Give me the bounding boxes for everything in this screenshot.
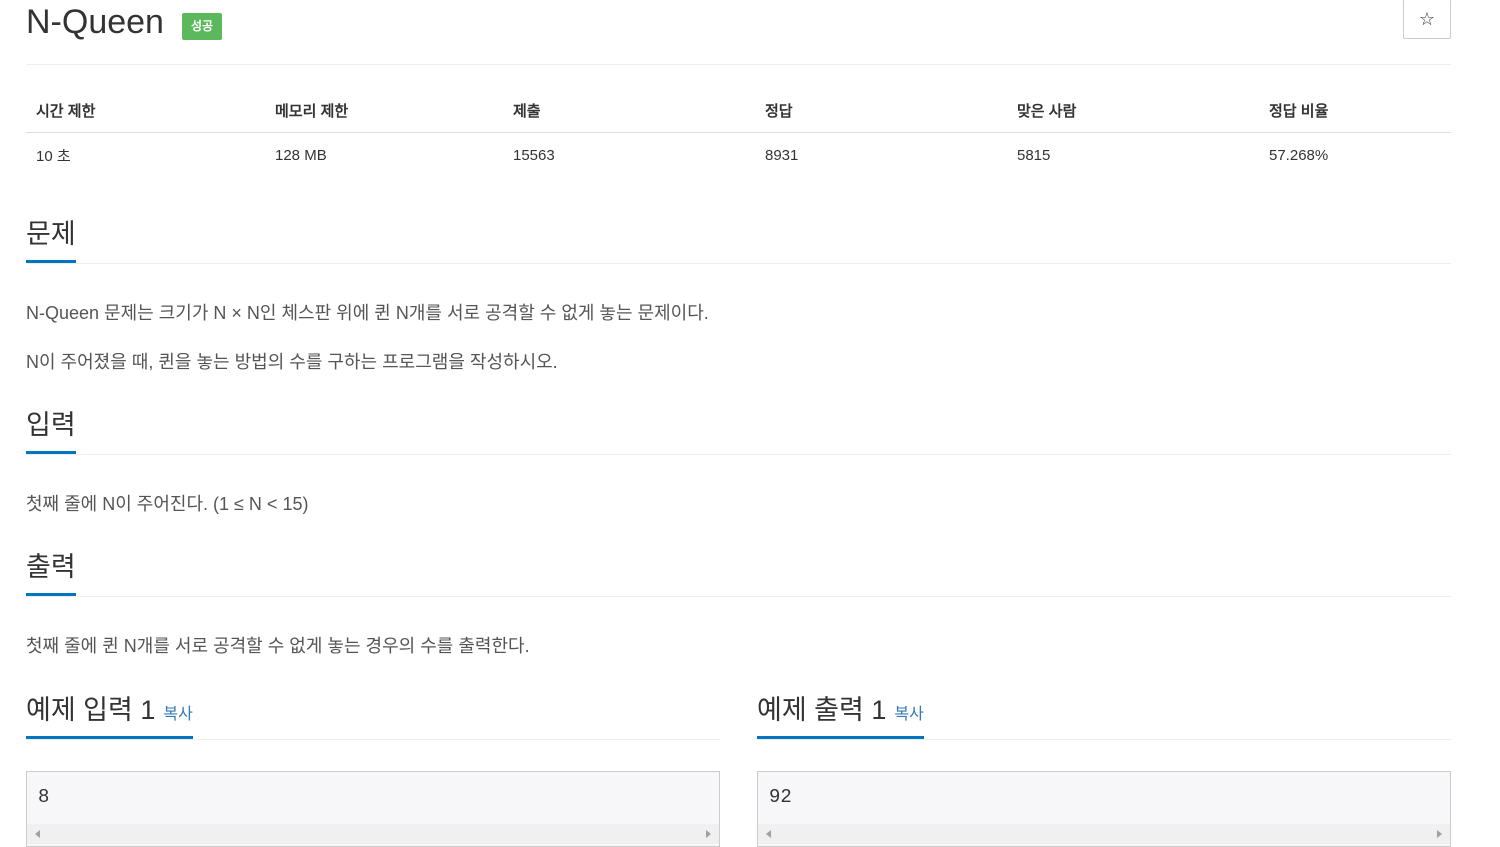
page-title: N-Queen [26, 3, 164, 41]
value-solved-users: 5815 [1017, 146, 1051, 164]
info-table-header-row: 시간 제한 메모리 제한 제출 정답 맞은 사람 정답 비율 [26, 88, 1451, 133]
sample-input-box[interactable]: 8 [26, 771, 720, 847]
sample-output-box[interactable]: 92 [757, 771, 1451, 847]
value-accept-ratio: 57.268% [1269, 146, 1329, 164]
favorite-star-button[interactable]: ☆ [1403, 0, 1451, 39]
description-headline: 문제 [26, 217, 1451, 264]
value-accepted: 8931 [765, 146, 799, 164]
sample-input-scrollbar[interactable] [27, 824, 719, 844]
scroll-right-arrow-icon[interactable] [1437, 830, 1442, 838]
output-headline: 출력 [26, 550, 1451, 597]
scroll-right-arrow-icon[interactable] [706, 830, 711, 838]
header-time-limit: 시간 제한 [26, 88, 265, 133]
sample-input-content: 8 [38, 786, 50, 808]
sample-output-title: 예제 출력 1 [757, 695, 887, 725]
value-memory-limit: 128 MB [275, 146, 327, 164]
copy-sample-output-link[interactable]: 복사 [894, 706, 923, 723]
sample-output-headline: 예제 출력 1 복사 [757, 693, 1451, 740]
problem-page: N-Queen 성공 ☆ 시간 제한 메모리 제한 제출 정답 맞은 사람 정답… [0, 0, 1500, 847]
description-paragraph-1: N-Queen 문제는 크기가 N × N인 체스판 위에 퀸 N개를 서로 공… [26, 303, 709, 323]
copy-sample-input-link[interactable]: 복사 [163, 706, 192, 723]
input-heading: 입력 [26, 408, 76, 454]
problem-title-row: N-Queen 성공 ☆ [26, 0, 1451, 65]
sample-output-scrollbar[interactable] [758, 824, 1450, 844]
input-headline: 입력 [26, 408, 1451, 455]
sample-output-heading: 예제 출력 1 복사 [757, 693, 924, 739]
output-description: 첫째 줄에 퀸 N개를 서로 공격할 수 없게 놓는 경우의 수를 출력한다. [26, 636, 530, 656]
sample-output-content: 92 [769, 786, 792, 808]
output-heading: 출력 [26, 550, 76, 596]
value-time-limit: 10 초 [36, 147, 71, 165]
header-accept-ratio: 정답 비율 [1259, 88, 1451, 133]
status-badge: 성공 [182, 13, 223, 40]
description-paragraph-2: N이 주어졌을 때, 퀸을 놓는 방법의 수를 구하는 프로그램을 작성하시오. [26, 352, 558, 372]
header-solved-users: 맞은 사람 [1007, 88, 1259, 133]
sample-input-title: 예제 입력 1 [26, 695, 156, 725]
star-icon: ☆ [1418, 8, 1436, 29]
problem-info-table: 시간 제한 메모리 제한 제출 정답 맞은 사람 정답 비율 10 초 128 … [26, 88, 1451, 177]
sample-input-heading: 예제 입력 1 복사 [26, 693, 193, 739]
table-row: 10 초 128 MB 15563 8931 5815 57.268% [26, 133, 1451, 178]
header-accepted: 정답 [755, 88, 1007, 133]
input-description: 첫째 줄에 N이 주어진다. (1 ≤ N < 15) [26, 494, 309, 514]
scroll-left-arrow-icon[interactable] [766, 830, 771, 838]
sample-input-headline: 예제 입력 1 복사 [26, 693, 720, 740]
scroll-left-arrow-icon[interactable] [35, 830, 40, 838]
header-submissions: 제출 [503, 88, 755, 133]
header-memory-limit: 메모리 제한 [265, 88, 503, 133]
value-submissions: 15563 [513, 146, 555, 164]
description-heading: 문제 [26, 217, 76, 263]
